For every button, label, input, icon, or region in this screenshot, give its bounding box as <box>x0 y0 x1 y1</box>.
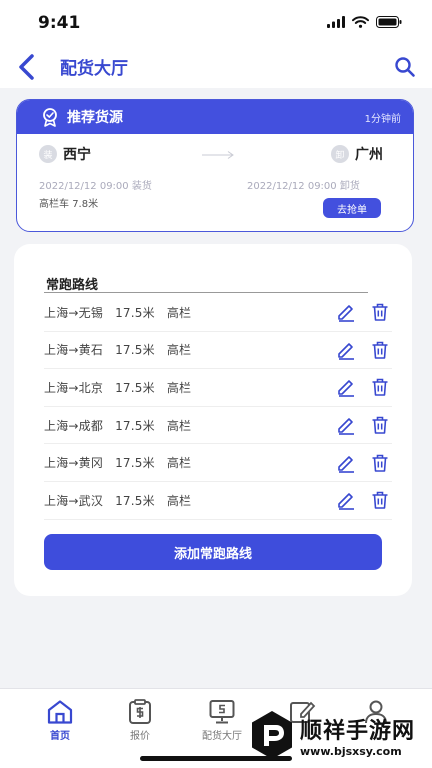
unload-date: 2022/12/12 <box>247 181 305 192</box>
destination-city-name: 广州 <box>355 147 383 163</box>
search-icon[interactable] <box>394 56 416 78</box>
delete-icon[interactable] <box>368 300 392 324</box>
route-length: 17.5米 <box>115 343 155 358</box>
quote-icon <box>129 699 151 724</box>
unload-badge: 卸 <box>331 145 349 163</box>
battery-icon <box>376 16 402 28</box>
nav-bar: 配货大厅 <box>0 48 432 88</box>
route-path: 上海→黄冈 <box>44 456 104 471</box>
signal-icon <box>327 16 345 28</box>
recommended-cargo-card[interactable]: 推荐货源 1分钟前 装 西宁 卸 广州 2022/12/12 09:00 装货 … <box>16 99 414 232</box>
route-text: 上海→北京 17.5米 高栏 <box>44 379 324 396</box>
route-truck-type: 高栏 <box>166 343 192 358</box>
route-path: 上海→黄石 <box>44 343 104 358</box>
recommended-title: 推荐货源 <box>67 110 123 126</box>
status-bar: 9:41 <box>0 0 432 48</box>
route-text: 上海→无锡 17.5米 高栏 <box>44 304 324 321</box>
route-length: 17.5米 <box>115 418 155 433</box>
tab-home-label: 首页 <box>50 731 70 742</box>
truck-type: 高栏车 <box>39 199 69 210</box>
frequent-routes-card: 常跑路线 上海→无锡 17.5米 高栏 上海→黄石 17.5米 高栏 上海→北京… <box>14 244 412 596</box>
routes-divider <box>44 292 368 293</box>
back-arrow-icon[interactable] <box>14 52 42 82</box>
tab-quote[interactable]: 报价 <box>110 699 170 742</box>
watermark-name: 顺祥手游网 <box>300 718 416 744</box>
recommended-header: 推荐货源 1分钟前 <box>17 100 413 134</box>
tab-hall-label: 配货大厅 <box>202 731 242 742</box>
route-truck-type: 高栏 <box>166 493 192 508</box>
route-text: 上海→武汉 17.5米 高栏 <box>44 492 324 509</box>
grab-order-button[interactable]: 去抢单 <box>323 198 381 218</box>
route-length: 17.5米 <box>115 493 155 508</box>
route-path: 上海→武汉 <box>44 493 104 508</box>
truck-length: 7.8米 <box>72 199 99 210</box>
delete-icon[interactable] <box>368 375 392 399</box>
unload-label: 卸货 <box>339 181 360 192</box>
add-route-button[interactable]: 添加常跑路线 <box>44 534 382 570</box>
truck-info: 高栏车 7.8米 <box>39 195 98 210</box>
route-length: 17.5米 <box>115 456 155 471</box>
route-arrow-icon <box>202 151 234 159</box>
route-row: 上海→北京 17.5米 高栏 <box>44 369 392 407</box>
route-text: 上海→黄石 17.5米 高栏 <box>44 341 324 358</box>
route-path: 上海→无锡 <box>44 305 104 320</box>
route-row: 上海→武汉 17.5米 高栏 <box>44 482 392 520</box>
edit-icon[interactable] <box>334 300 358 324</box>
route-length: 17.5米 <box>115 305 155 320</box>
edit-icon[interactable] <box>334 413 358 437</box>
origin-city: 装 西宁 <box>39 144 91 164</box>
load-badge: 装 <box>39 145 57 163</box>
cargo-route: 装 西宁 卸 广州 <box>39 144 391 166</box>
load-time: 09:00 <box>99 181 129 192</box>
tab-quote-label: 报价 <box>130 731 150 742</box>
status-time: 9:41 <box>38 13 81 33</box>
route-length: 17.5米 <box>115 380 155 395</box>
routes-title: 常跑路线 <box>46 278 99 293</box>
route-path: 上海→北京 <box>44 380 104 395</box>
route-row: 上海→黄冈 17.5米 高栏 <box>44 444 392 482</box>
medal-icon <box>43 108 57 127</box>
home-icon <box>47 700 73 724</box>
route-truck-type: 高栏 <box>166 456 192 471</box>
hall-icon <box>209 700 235 724</box>
load-datetime: 2022/12/12 09:00 装货 <box>39 177 152 192</box>
route-path: 上海→成都 <box>44 418 104 433</box>
route-truck-type: 高栏 <box>166 380 192 395</box>
unload-time: 09:00 <box>307 181 337 192</box>
recommended-time: 1分钟前 <box>364 113 401 125</box>
origin-city-name: 西宁 <box>63 147 91 163</box>
route-text: 上海→黄冈 17.5米 高栏 <box>44 454 324 471</box>
status-icons <box>327 16 402 28</box>
route-text: 上海→成都 17.5米 高栏 <box>44 417 324 434</box>
route-row: 上海→成都 17.5米 高栏 <box>44 407 392 445</box>
watermark-url: www.bjsxsy.com <box>300 744 402 758</box>
edit-icon[interactable] <box>334 338 358 362</box>
edit-icon[interactable] <box>334 451 358 475</box>
watermark-logo-icon <box>252 711 292 759</box>
wifi-icon <box>352 16 369 28</box>
unload-datetime: 2022/12/12 09:00 卸货 <box>247 177 360 192</box>
tab-hall[interactable]: 配货大厅 <box>192 699 252 742</box>
watermark-text: 顺祥手游网 www.bjsxsy.com <box>300 713 415 758</box>
delete-icon[interactable] <box>368 488 392 512</box>
delete-icon[interactable] <box>368 451 392 475</box>
edit-icon[interactable] <box>334 488 358 512</box>
delete-icon[interactable] <box>368 413 392 437</box>
edit-icon[interactable] <box>334 375 358 399</box>
route-row: 上海→无锡 17.5米 高栏 <box>44 294 392 332</box>
route-list: 上海→无锡 17.5米 高栏 上海→黄石 17.5米 高栏 上海→北京 17.5… <box>44 294 392 520</box>
route-row: 上海→黄石 17.5米 高栏 <box>44 332 392 370</box>
home-indicator <box>140 756 292 761</box>
route-truck-type: 高栏 <box>166 305 192 320</box>
page-title: 配货大厅 <box>60 59 128 79</box>
tab-home[interactable]: 首页 <box>30 699 90 742</box>
destination-city: 卸 广州 <box>331 144 383 164</box>
delete-icon[interactable] <box>368 338 392 362</box>
load-label: 装货 <box>131 181 152 192</box>
route-truck-type: 高栏 <box>166 418 192 433</box>
load-date: 2022/12/12 <box>39 181 97 192</box>
